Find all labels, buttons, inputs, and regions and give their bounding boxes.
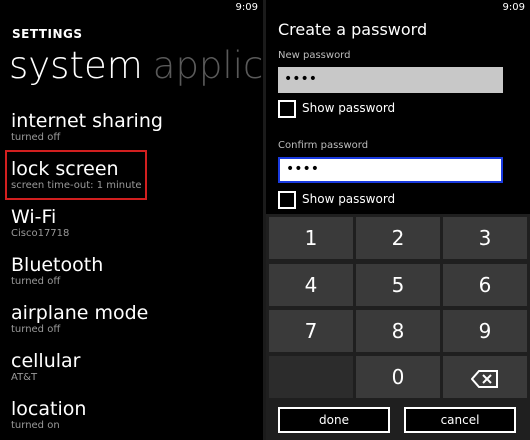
list-item-subtitle: turned on	[11, 420, 60, 431]
settings-item-internet-sharing[interactable]: internet sharing turned off	[7, 108, 163, 156]
lock-screen-highlight	[5, 150, 147, 200]
settings-header: SETTINGS	[12, 27, 83, 41]
backspace-icon	[471, 369, 498, 388]
list-item-title: location	[11, 398, 87, 420]
settings-item-wifi[interactable]: Wi-Fi Cisco17718	[7, 204, 149, 252]
key-6[interactable]: 6	[443, 264, 527, 306]
new-password-label: New password	[278, 50, 351, 61]
list-item-title: Wi-Fi	[11, 206, 57, 228]
list-item-title: cellular	[11, 350, 81, 372]
key-2[interactable]: 2	[356, 217, 440, 259]
settings-screen: 9:09 SETTINGS systemapplicat internet sh…	[0, 0, 263, 440]
list-item-subtitle: AT&T	[11, 372, 38, 383]
key-7[interactable]: 7	[269, 310, 353, 352]
key-8[interactable]: 8	[356, 310, 440, 352]
list-item-subtitle: turned off	[11, 132, 61, 143]
settings-item-location[interactable]: location turned on	[7, 396, 149, 440]
key-3[interactable]: 3	[443, 217, 527, 259]
pivot-header: systemapplicat	[9, 44, 263, 87]
done-button[interactable]: done	[278, 407, 390, 433]
pivot-item-applications[interactable]: applicat	[153, 44, 263, 87]
status-time: 9:09	[502, 2, 525, 13]
key-9[interactable]: 9	[443, 310, 527, 352]
new-password-field[interactable]: ••••	[278, 67, 503, 93]
key-blank	[269, 356, 353, 398]
list-item-subtitle: Cisco17718	[11, 228, 70, 239]
key-5[interactable]: 5	[356, 264, 440, 306]
list-item-title: Bluetooth	[11, 254, 104, 276]
settings-item-airplane-mode[interactable]: airplane mode turned off	[7, 300, 149, 348]
show-password-checkbox[interactable]	[278, 100, 296, 118]
confirm-password-field[interactable]: ••••	[278, 157, 503, 183]
key-backspace[interactable]	[443, 356, 527, 398]
key-4[interactable]: 4	[269, 264, 353, 306]
confirm-password-label: Confirm password	[278, 140, 369, 151]
dialog-title: Create a password	[278, 20, 428, 39]
key-0[interactable]: 0	[356, 356, 440, 398]
create-password-screen: 9:09 Create a password New password ••••…	[266, 0, 530, 440]
pivot-item-system[interactable]: system	[9, 44, 143, 87]
show-password-label: Show password	[302, 192, 396, 206]
status-time: 9:09	[235, 2, 258, 13]
list-item-title: internet sharing	[11, 110, 163, 132]
show-password-label: Show password	[302, 101, 396, 115]
key-1[interactable]: 1	[269, 217, 353, 259]
show-password-checkbox[interactable]	[278, 191, 296, 209]
list-item-subtitle: turned off	[11, 276, 61, 287]
cancel-button[interactable]: cancel	[404, 407, 516, 433]
settings-item-bluetooth[interactable]: Bluetooth turned off	[7, 252, 149, 300]
settings-item-cellular[interactable]: cellular AT&T	[7, 348, 149, 396]
list-item-subtitle: turned off	[11, 324, 61, 335]
list-item-title: airplane mode	[11, 302, 149, 324]
